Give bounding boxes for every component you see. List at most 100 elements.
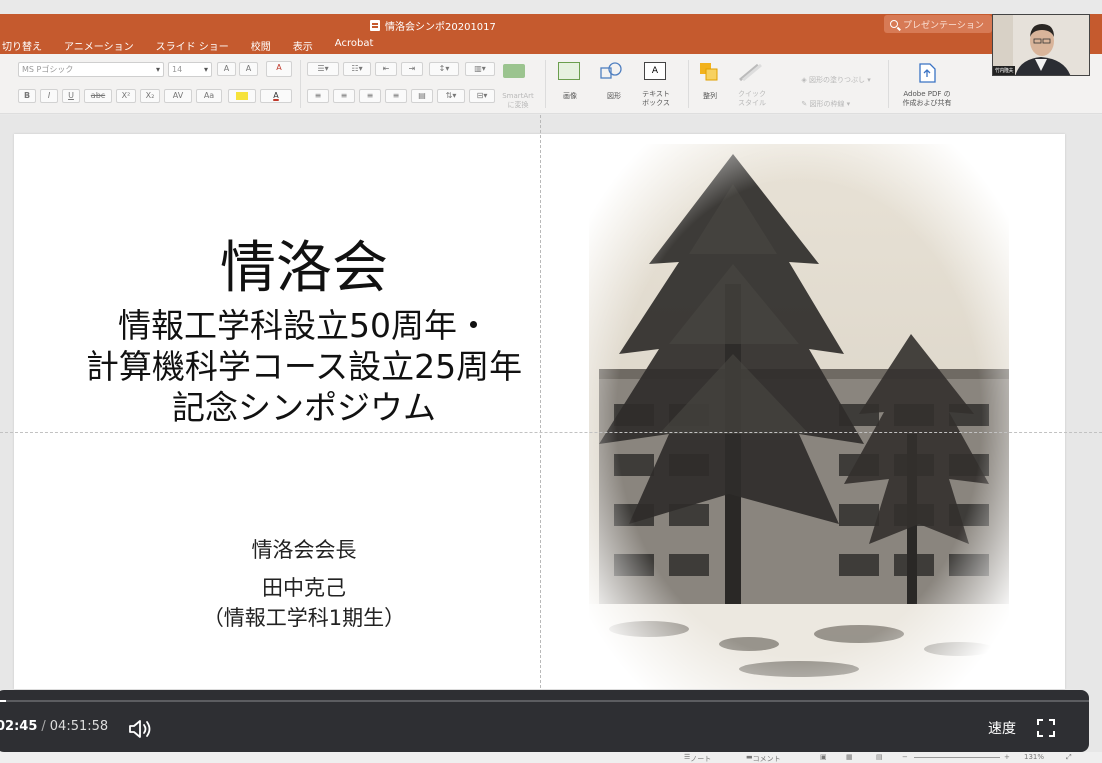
- comments-button[interactable]: ▬ コメント: [746, 753, 781, 763]
- align-center-button[interactable]: ≡: [333, 89, 355, 103]
- slide-title-line: 記念シンポジウム: [172, 388, 436, 427]
- align-left-button[interactable]: ≡: [307, 89, 329, 103]
- increase-indent-button[interactable]: ⇥: [401, 62, 423, 76]
- highlight-button[interactable]: [228, 89, 256, 103]
- picture-icon[interactable]: [558, 62, 580, 80]
- underline-label: U: [68, 91, 74, 100]
- tab-slideshow[interactable]: スライド ショー: [156, 38, 229, 53]
- font-shrink-label: A: [245, 64, 252, 73]
- search-icon: [890, 20, 898, 28]
- justify-button[interactable]: ≡: [385, 89, 407, 103]
- line-spacing-button[interactable]: ↕▾: [429, 62, 459, 76]
- comments-label: コメント: [752, 755, 781, 763]
- zoom-in-icon[interactable]: +: [1004, 753, 1010, 761]
- shapes-icon[interactable]: [600, 62, 622, 80]
- zoom-level: 131%: [1024, 753, 1045, 761]
- textbox-icon[interactable]: A: [644, 62, 666, 80]
- slide-sorter-icon[interactable]: ▦: [846, 753, 853, 761]
- video-control-bar: 02:45/04:51:58 速度: [0, 690, 1089, 752]
- reading-view-icon[interactable]: ▤: [876, 753, 883, 761]
- bold-label: B: [23, 91, 31, 100]
- shape-fill-button[interactable]: ◈ 図形の塗りつぶし ▾: [788, 67, 884, 94]
- superscript-button[interactable]: X²: [116, 89, 136, 103]
- current-time: 02:45: [0, 719, 38, 734]
- zoom-slider[interactable]: [914, 757, 1000, 758]
- volume-icon: [129, 720, 151, 738]
- font-grow-button[interactable]: A: [217, 62, 236, 76]
- change-case-label: Aa: [203, 91, 215, 100]
- arrange-icon[interactable]: [699, 62, 719, 82]
- paint-bucket-icon: ◈: [801, 76, 809, 84]
- shape-fill-label: 図形の塗りつぶし: [808, 76, 866, 84]
- superscript-label: X²: [121, 91, 131, 100]
- shape-outline-label: 図形の枠線: [809, 100, 845, 108]
- tab-animations[interactable]: アニメーション: [64, 38, 134, 53]
- quick-styles-label: クイック スタイル: [738, 90, 766, 107]
- tab-transitions[interactable]: 切り替え: [2, 38, 42, 53]
- distribute-button[interactable]: ▤: [411, 89, 433, 103]
- align-text-button[interactable]: ⊟▾: [469, 89, 495, 103]
- slide-title-line: 情報工学科設立50周年・: [118, 306, 490, 345]
- speed-button[interactable]: 速度: [988, 718, 1016, 738]
- chevron-down-icon: ▾: [155, 65, 160, 74]
- campus-photo: [589, 144, 1009, 689]
- smartart-label: SmartArt に変換: [502, 92, 534, 109]
- divider: [545, 60, 546, 108]
- time-separator: /: [41, 719, 46, 734]
- font-name-select[interactable]: MS Pゴシック ▾: [18, 62, 164, 77]
- adobe-pdf-icon[interactable]: [916, 62, 938, 84]
- font-color-button[interactable]: A: [260, 89, 292, 103]
- tab-review[interactable]: 校閲: [251, 38, 271, 53]
- normal-view-icon[interactable]: ▣: [820, 753, 827, 761]
- subscript-button[interactable]: X₂: [140, 89, 160, 103]
- volume-button[interactable]: [128, 719, 154, 739]
- divider: [888, 60, 889, 108]
- italic-label: I: [47, 91, 51, 100]
- font-shrink-button[interactable]: A: [239, 62, 258, 76]
- font-color-icon: A: [273, 91, 279, 100]
- italic-button[interactable]: I: [40, 89, 58, 103]
- presenter-name: 田中克己: [262, 576, 346, 600]
- textbox-label: テキスト ボックス: [642, 90, 670, 107]
- numbering-button[interactable]: ☷▾: [343, 62, 371, 76]
- slide-title-main: 情洛会: [220, 236, 388, 301]
- bold-button[interactable]: B: [18, 89, 36, 103]
- clear-format-button[interactable]: A: [266, 61, 292, 77]
- decrease-indent-button[interactable]: ⇤: [375, 62, 397, 76]
- align-right-button[interactable]: ≡: [359, 89, 381, 103]
- document-title: 情洛会シンポ20201017: [370, 18, 496, 33]
- text-direction-button[interactable]: ⇅▾: [437, 89, 465, 103]
- document-title-text: 情洛会シンポ20201017: [385, 22, 496, 33]
- smartart-icon[interactable]: [503, 64, 525, 78]
- fullscreen-button[interactable]: [1037, 719, 1055, 737]
- notes-button[interactable]: ☰ ノート: [684, 753, 711, 763]
- search-input[interactable]: プレゼンテーション: [884, 15, 992, 33]
- font-size-value: 14: [172, 65, 183, 74]
- presenter-affiliation: （情報工学科1期生）: [202, 606, 406, 630]
- slide-title-line: 計算機科学コース設立25周年: [85, 347, 523, 386]
- tab-view[interactable]: 表示: [293, 38, 313, 53]
- webcam-video: 竹内隆夫: [992, 14, 1090, 76]
- progress-track[interactable]: [0, 700, 1089, 702]
- shape-outline-button[interactable]: ✎ 図形の枠線 ▾: [788, 91, 884, 118]
- tab-acrobat[interactable]: Acrobat: [335, 38, 374, 53]
- quick-styles-icon[interactable]: [738, 62, 764, 82]
- playback-time: 02:45/04:51:58: [0, 719, 108, 734]
- char-spacing-button[interactable]: AV: [164, 89, 192, 103]
- font-size-select[interactable]: 14 ▾: [168, 62, 212, 77]
- document-icon: [370, 20, 380, 31]
- shapes-label: 図形: [607, 92, 621, 100]
- highlighter-icon: [236, 92, 248, 100]
- underline-button[interactable]: U: [62, 89, 80, 103]
- change-case-button[interactable]: Aa: [196, 89, 222, 103]
- bullets-button[interactable]: ☰▾: [307, 62, 339, 76]
- total-time: 04:51:58: [49, 719, 109, 734]
- ribbon: MS Pゴシック ▾ 14 ▾ A A A B I U abc X² X₂ AV…: [0, 54, 1102, 114]
- zoom-out-icon[interactable]: −: [902, 753, 908, 761]
- search-placeholder: プレゼンテーション: [903, 20, 984, 31]
- ribbon-tabs: 切り替え アニメーション スライド ショー 校閲 表示 Acrobat: [0, 38, 373, 53]
- columns-button[interactable]: ▥▾: [465, 62, 495, 76]
- strikethrough-button[interactable]: abc: [84, 89, 112, 103]
- fit-slide-icon[interactable]: ⤢: [1066, 753, 1072, 762]
- font-name-value: MS Pゴシック: [22, 65, 74, 74]
